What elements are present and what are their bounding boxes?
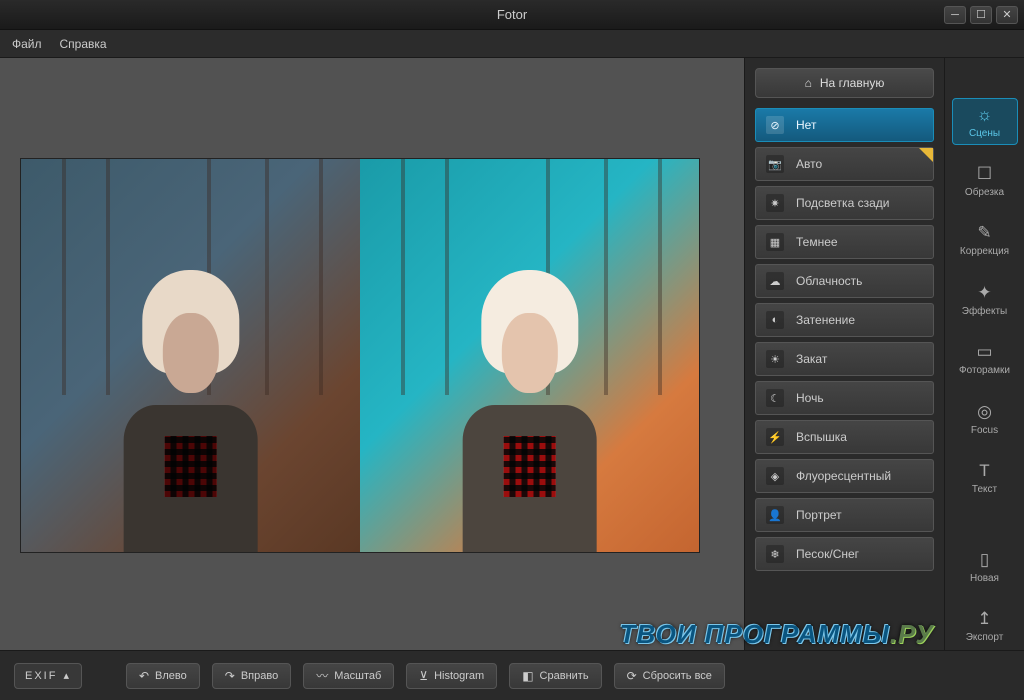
scene-label: Темнее [796,235,838,249]
scene-icon: ◈ [766,467,784,485]
scene-item-11[interactable]: ❄ Песок/Снег [755,537,934,571]
exif-button[interactable]: EXIF ▴ [14,663,82,689]
status-bar: EXIF ▴ ↶ Влево ↷ Вправо 〰 Масштаб ⊻ Hist… [0,650,1024,700]
scene-icon: 📷 [766,155,784,173]
scene-icon: ☁ [766,272,784,290]
frame-icon: ▭ [976,342,992,362]
compare-button[interactable]: ◧ Сравнить [509,663,601,689]
scene-label: Портрет [796,508,842,522]
rotate-right-icon: ↷ [225,669,235,683]
scene-label: Ночь [796,391,824,405]
target-icon: ◎ [977,402,992,422]
sun-icon: ☼ [977,105,993,125]
tool-new[interactable]: ▯ Новая [952,543,1018,590]
tool-focus[interactable]: ◎ Focus [952,395,1018,442]
chevron-up-icon: ▴ [63,669,71,682]
scene-icon: ◐ [766,311,784,329]
image-after [360,159,699,552]
scene-label: Затенение [796,313,855,327]
scene-label: Вспышка [796,430,847,444]
reset-icon: ⟳ [627,669,637,683]
minimize-button[interactable]: ─ [944,6,966,24]
histogram-button[interactable]: ⊻ Histogram [406,663,497,689]
tool-rail: ☼ Сцены ☐ Обрезка ✎ Коррекция ✦ Эффекты … [944,58,1024,650]
scene-label: Песок/Снег [796,547,859,561]
scene-item-10[interactable]: 👤 Портрет [755,498,934,532]
text-icon: T [979,461,989,481]
menu-bar: Файл Справка [0,30,1024,58]
title-bar: Fotor ─ ☐ ✕ [0,0,1024,30]
scene-item-3[interactable]: ▦ Темнее [755,225,934,259]
rotate-right-button[interactable]: ↷ Вправо [212,663,291,689]
zoom-button[interactable]: 〰 Масштаб [303,663,394,689]
scene-list: ⊘ Нет 📷 Авто ✷ Подсветка сзади ▦ Темнее ☁ Облачно… [755,108,934,571]
histogram-icon: ⊻ [419,669,428,683]
scene-icon: ⚡ [766,428,784,446]
scene-label: Нет [796,118,816,132]
image-compare[interactable] [20,158,700,553]
sparkle-icon: ✦ [977,283,991,303]
scene-item-4[interactable]: ☁ Облачность [755,264,934,298]
pencil-icon: ✎ [977,223,991,243]
scene-icon: ☾ [766,389,784,407]
home-button[interactable]: ⌂ На главную [755,68,934,98]
star-badge [919,148,933,162]
tool-crop[interactable]: ☐ Обрезка [952,157,1018,204]
zoom-icon: 〰 [316,667,328,684]
scene-panel: ⌂ На главную ⊘ Нет 📷 Авто ✷ Подсветка сзади ▦ Т… [744,58,944,650]
scene-item-1[interactable]: 📷 Авто [755,147,934,181]
rotate-left-button[interactable]: ↶ Влево [126,663,200,689]
document-icon: ▯ [980,550,989,570]
close-button[interactable]: ✕ [996,6,1018,24]
image-before [21,159,360,552]
scene-item-8[interactable]: ⚡ Вспышка [755,420,934,454]
scene-icon: ⊘ [766,116,784,134]
scene-icon: 👤 [766,506,784,524]
tool-text[interactable]: T Текст [952,454,1018,501]
tool-scenes[interactable]: ☼ Сцены [952,98,1018,145]
menu-help[interactable]: Справка [60,37,107,51]
maximize-button[interactable]: ☐ [970,6,992,24]
rotate-left-icon: ↶ [139,669,149,683]
home-icon: ⌂ [805,76,812,90]
scene-item-7[interactable]: ☾ Ночь [755,381,934,415]
scene-item-6[interactable]: ☀ Закат [755,342,934,376]
home-label: На главную [820,76,884,90]
scene-item-0[interactable]: ⊘ Нет [755,108,934,142]
scene-item-2[interactable]: ✷ Подсветка сзади [755,186,934,220]
menu-file[interactable]: Файл [12,37,42,51]
window-controls: ─ ☐ ✕ [944,6,1018,24]
scene-icon: ▦ [766,233,784,251]
reset-button[interactable]: ⟳ Сбросить все [614,663,725,689]
tool-correction[interactable]: ✎ Коррекция [952,217,1018,264]
scene-icon: ❄ [766,545,784,563]
scene-label: Подсветка сзади [796,196,889,210]
crop-icon: ☐ [977,164,992,184]
tool-frames[interactable]: ▭ Фоторамки [952,335,1018,382]
scene-label: Облачность [796,274,862,288]
canvas-area [0,58,744,650]
tool-export[interactable]: ↥ Экспорт [952,603,1018,650]
scene-item-5[interactable]: ◐ Затенение [755,303,934,337]
scene-label: Закат [796,352,827,366]
compare-icon: ◧ [522,669,533,683]
scene-label: Флуоресцентный [796,469,891,483]
tool-effects[interactable]: ✦ Эффекты [952,276,1018,323]
scene-item-9[interactable]: ◈ Флуоресцентный [755,459,934,493]
app-title: Fotor [497,7,527,22]
scene-icon: ✷ [766,194,784,212]
scene-label: Авто [796,157,822,171]
scene-icon: ☀ [766,350,784,368]
export-icon: ↥ [977,609,991,629]
